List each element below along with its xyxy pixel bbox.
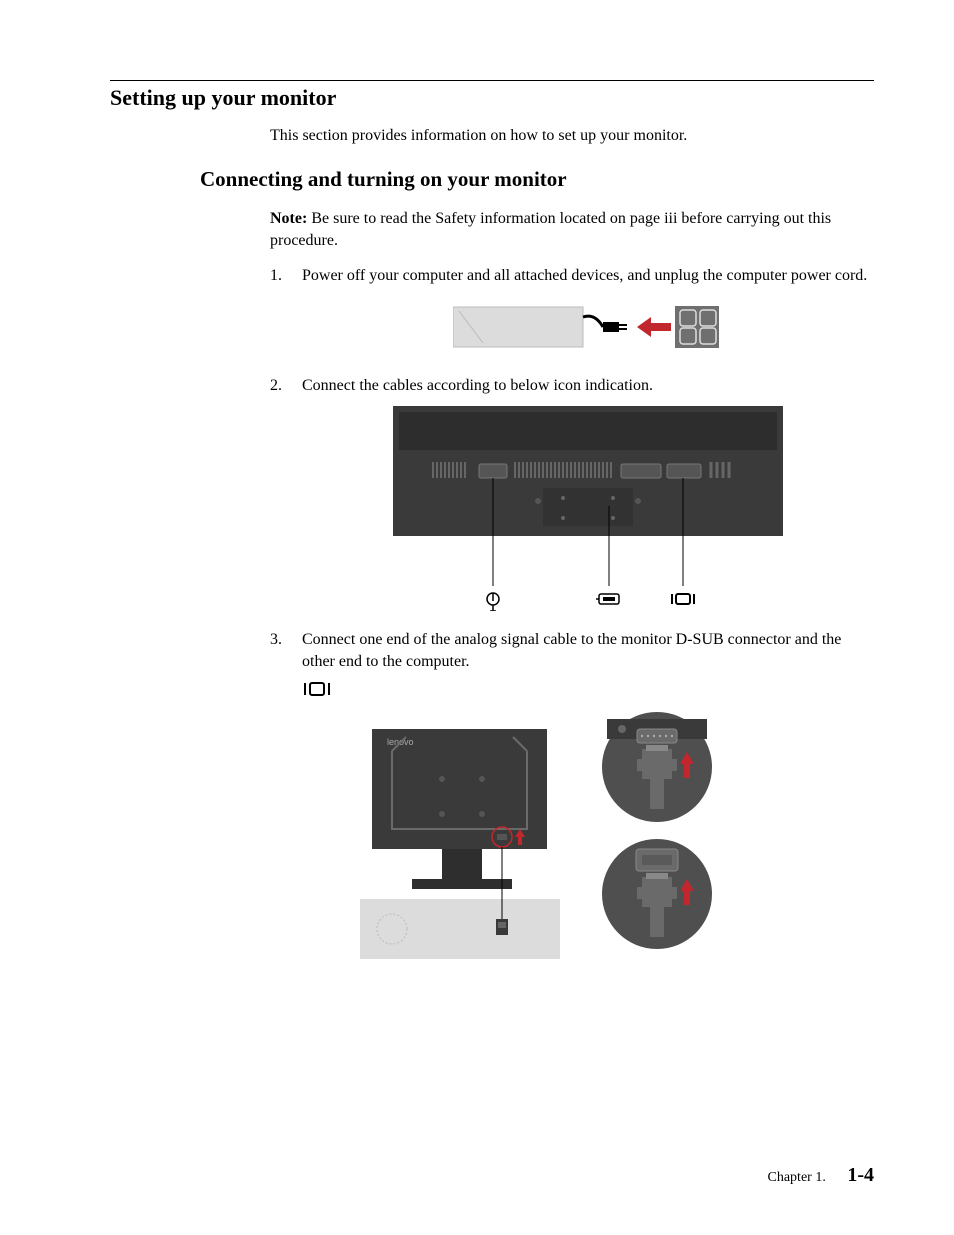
step-1-text: Power off your computer and all attached…: [302, 267, 867, 284]
figure-ports-overview: [302, 406, 874, 611]
footer-chapter: Chapter 1.: [768, 1170, 826, 1185]
footer-page-number: 1-4: [847, 1164, 874, 1186]
step-1: Power off your computer and all attached…: [270, 265, 874, 357]
subsection-heading: Connecting and turning on your monitor: [200, 167, 874, 192]
note-paragraph: Note: Be sure to read the Safety informa…: [270, 208, 874, 251]
top-rule: [110, 80, 874, 81]
vga-icon: [302, 679, 874, 699]
step-2-text: Connect the cables according to below ic…: [302, 377, 653, 394]
figure-dsub-connect: lenovo: [302, 709, 874, 969]
step-3: Connect one end of the analog signal cab…: [270, 629, 874, 968]
step-3-text: Connect one end of the analog signal cab…: [302, 631, 841, 670]
intro-paragraph: This section provides information on how…: [270, 127, 874, 145]
note-text: Be sure to read the Safety information l…: [270, 210, 831, 249]
section-heading: Setting up your monitor: [110, 85, 874, 111]
step-2: Connect the cables according to below ic…: [270, 375, 874, 612]
note-label: Note:: [270, 210, 307, 227]
page-footer: Chapter 1. 1-4: [768, 1164, 875, 1187]
figure-unplug: [302, 297, 874, 357]
